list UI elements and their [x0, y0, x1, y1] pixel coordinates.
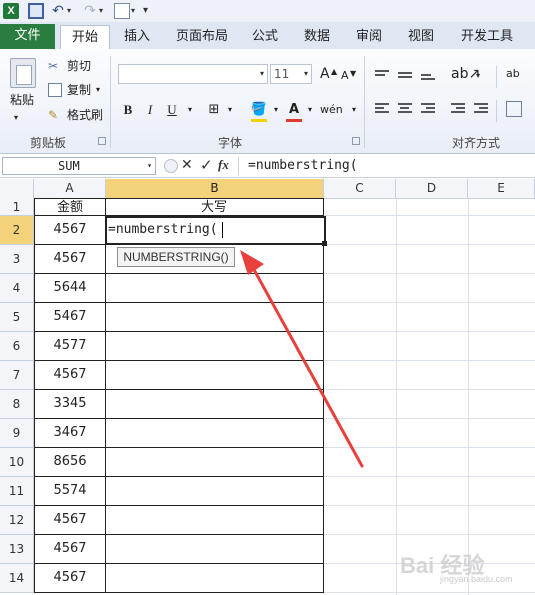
watermark-url: jingyan.baidu.com: [440, 574, 513, 584]
annotation-arrow-icon: [240, 250, 364, 468]
